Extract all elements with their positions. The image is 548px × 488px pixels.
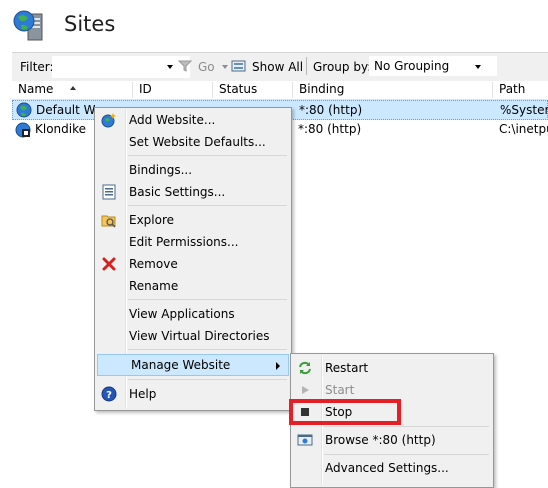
menu-item-basic-settings[interactable]: Basic Settings... [97, 182, 289, 202]
group-by-value: No Grouping [374, 59, 450, 73]
help-icon: ? [101, 386, 117, 402]
menu-item-remove[interactable]: Remove [97, 254, 289, 274]
menu-item-label: Rename [129, 279, 179, 293]
sites-globe-icon [12, 8, 48, 44]
page-title: Sites [64, 12, 116, 36]
row-path: %SystemDrive% [500, 103, 548, 117]
menu-item-bindings[interactable]: Bindings... [97, 160, 289, 180]
row-name: Default Web Site [36, 103, 100, 117]
menu-item-start[interactable]: Start [293, 380, 491, 400]
basic-settings-icon [101, 184, 117, 200]
go-button[interactable]: Go [198, 60, 215, 74]
menu-item-label: Browse *:80 (http) [325, 433, 436, 447]
add-website-icon [101, 112, 117, 128]
show-all-icon[interactable] [231, 58, 247, 77]
menu-item-label: Advanced Settings... [325, 461, 449, 475]
filter-dropdown-arrow-icon[interactable] [167, 65, 173, 69]
menu-item-label: View Applications [129, 307, 235, 321]
list-header: Name ID Status Binding Path [12, 81, 548, 100]
menu-item-label: Edit Permissions... [129, 235, 239, 249]
svg-text:?: ? [106, 390, 112, 401]
go-dropdown-arrow-icon[interactable] [222, 65, 228, 69]
menu-item-view-virtual-directories[interactable]: View Virtual Directories [97, 326, 289, 346]
menu-item-browse[interactable]: Browse *:80 (http) [293, 430, 491, 450]
menu-item-help[interactable]: ? Help [97, 384, 289, 404]
filter-label: Filter: [20, 60, 54, 74]
column-header-path[interactable]: Path [493, 82, 548, 98]
menu-item-label: Explore [129, 213, 175, 227]
menu-item-set-website-defaults[interactable]: Set Website Defaults... [97, 132, 289, 152]
menu-item-explore[interactable]: Explore [97, 210, 289, 230]
restart-icon [297, 360, 313, 376]
row-name: Klondike [35, 122, 87, 136]
menu-item-label: Remove [129, 257, 178, 271]
menu-separator [128, 205, 287, 206]
menu-item-label: View Virtual Directories [129, 329, 270, 343]
row-binding: *:80 (http) [299, 103, 363, 117]
website-globe-icon [16, 102, 32, 121]
menu-item-label: Add Website... [129, 113, 216, 127]
menu-separator [324, 454, 489, 455]
menu-item-label: Help [129, 387, 157, 401]
menu-separator [128, 299, 287, 300]
menu-item-restart[interactable]: Restart [293, 358, 491, 378]
submenu-arrow-icon [276, 362, 280, 370]
menu-separator [128, 155, 287, 156]
group-by-label: Group by: [313, 60, 372, 74]
menu-item-add-website[interactable]: Add Website... [97, 110, 289, 130]
browse-icon [297, 432, 313, 448]
column-header-status[interactable]: Status [213, 82, 293, 98]
website-stopped-icon [15, 122, 31, 141]
start-icon [297, 382, 313, 398]
menu-item-label: Basic Settings... [129, 185, 226, 199]
menu-item-edit-permissions[interactable]: Edit Permissions... [97, 232, 289, 252]
column-header-id[interactable]: ID [133, 82, 213, 98]
menu-item-label: Set Website Defaults... [129, 135, 266, 149]
column-header-name[interactable]: Name [12, 82, 133, 98]
context-menu: Add Website... Set Website Defaults... B… [94, 107, 292, 411]
group-by-dropdown-arrow-icon[interactable] [475, 65, 481, 69]
menu-item-label: Restart [325, 361, 369, 375]
row-path: C:\inetpub [499, 122, 548, 136]
menu-item-label: Start [325, 383, 355, 397]
menu-item-view-applications[interactable]: View Applications [97, 304, 289, 324]
menu-separator [128, 379, 287, 380]
column-header-binding[interactable]: Binding [293, 82, 493, 98]
explore-folder-icon [101, 212, 117, 228]
menu-item-label: Bindings... [129, 163, 193, 177]
go-funnel-icon[interactable] [177, 59, 193, 76]
toolbar-separator [306, 57, 307, 75]
sort-ascending-icon [70, 86, 76, 90]
filter-bar: Filter: Go Show All Group by: No Groupin… [12, 52, 548, 82]
group-by-select[interactable]: No Grouping [369, 56, 497, 76]
menu-item-label: Manage Website [131, 358, 231, 372]
menu-item-rename[interactable]: Rename [97, 276, 289, 296]
menu-item-manage-website[interactable]: Manage Website [97, 354, 289, 376]
menu-item-advanced-settings[interactable]: Advanced Settings... [293, 458, 491, 478]
menu-separator [324, 426, 489, 427]
stop-annotation-highlight [289, 399, 401, 425]
row-binding: *:80 (http) [298, 122, 362, 136]
show-all-button[interactable]: Show All [252, 60, 303, 74]
remove-x-icon [101, 256, 117, 272]
menu-separator [128, 349, 287, 350]
